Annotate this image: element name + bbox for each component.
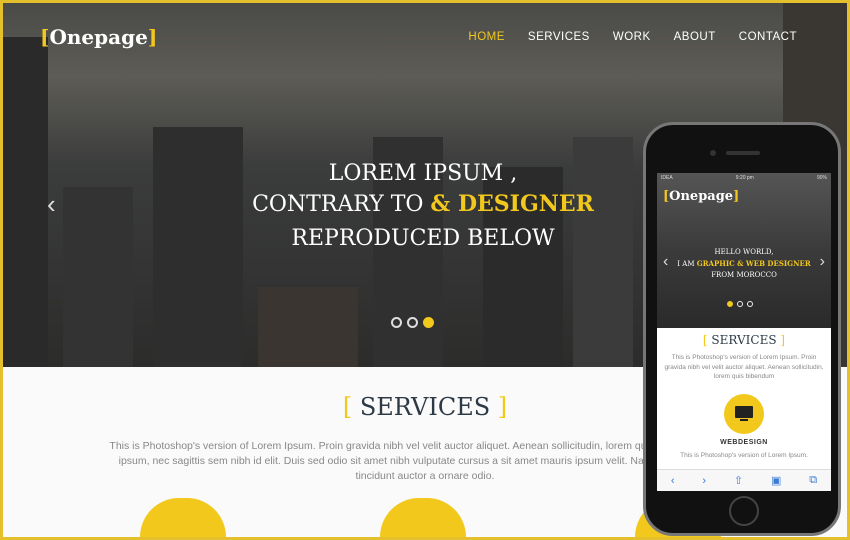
slide-dot[interactable] — [391, 317, 402, 328]
phone-hero-line-3: FROM MOROCCO — [711, 271, 777, 279]
main-nav: HOME SERVICES WORK ABOUT CONTACT — [468, 31, 797, 43]
building — [63, 187, 133, 367]
services-title: SERVICES — [359, 393, 491, 421]
phone-screen: IDEA 9:20 pm 90% [Onepage] HELLO WORLD, I … — [657, 173, 831, 491]
nav-contact[interactable]: CONTACT — [739, 31, 797, 43]
hero-highlight: & DESIGNER — [430, 191, 594, 217]
slider-dots — [391, 317, 434, 328]
speaker — [726, 151, 760, 155]
page-frame: [Onepage] HOME SERVICES WORK ABOUT CONTA… — [3, 3, 847, 537]
battery: 90% — [816, 175, 827, 181]
hero-line-3: REPRODUCED BELOW — [291, 226, 555, 251]
phone-hero: IDEA 9:20 pm 90% [Onepage] HELLO WORLD, I … — [657, 173, 831, 328]
service-name: WEBDESIGN — [720, 439, 768, 446]
hero-line-1: LOREM IPSUM , — [328, 161, 518, 186]
time: 9:20 pm — [735, 175, 754, 181]
building — [258, 287, 358, 367]
status-bar: IDEA 9:20 pm 90% — [661, 175, 827, 181]
phone-hero-text: HELLO WORLD, I AM GRAPHIC & WEB DESIGNER… — [657, 247, 831, 281]
nav-home[interactable]: HOME — [468, 31, 505, 43]
hero-line-2-prefix: CONTRARY TO — [252, 192, 424, 217]
carrier: IDEA — [661, 175, 673, 181]
camera — [710, 150, 716, 156]
phone-mockup: IDEA 9:20 pm 90% [Onepage] HELLO WORLD, I … — [643, 122, 841, 536]
service-text: This is Photoshop's version of Lorem Ips… — [680, 452, 808, 459]
slide-dot-active[interactable] — [423, 317, 434, 328]
slide-dot[interactable] — [737, 301, 743, 307]
phone-hero-line-2: I AM GRAPHIC & WEB DESIGNER — [657, 258, 831, 270]
phone-logo: [Onepage] — [663, 189, 740, 204]
phone-hero-prefix: I AM — [677, 260, 695, 268]
nav-about[interactable]: ABOUT — [674, 31, 716, 43]
chevron-left-icon[interactable]: ‹ — [663, 253, 668, 271]
logo[interactable]: [Onepage] — [40, 25, 157, 49]
chevron-right-icon[interactable]: › — [820, 253, 825, 271]
phone-services-heading: [ SERVICES ] — [702, 333, 786, 347]
phone-slider-dots — [727, 301, 753, 307]
phone-services-text: This is Photoshop's version of Lorem Ips… — [664, 354, 824, 380]
monitor-icon — [724, 394, 764, 434]
tabs-icon[interactable]: ⧉ — [809, 474, 817, 487]
phone-logo-text: Onepage — [669, 189, 734, 204]
phone-hero-highlight: GRAPHIC & WEB DESIGNER — [696, 259, 811, 268]
document-icon — [380, 498, 466, 537]
monitor-icon — [140, 498, 226, 537]
building — [3, 37, 48, 367]
slide-dot[interactable] — [747, 301, 753, 307]
forward-icon[interactable]: › — [702, 475, 706, 487]
share-icon[interactable]: ⇧ — [734, 474, 743, 487]
chevron-left-icon[interactable]: ‹ — [47, 189, 56, 220]
home-button[interactable] — [729, 496, 759, 526]
phone-services-title: SERVICES — [711, 333, 777, 347]
browser-toolbar: ‹ › ⇧ ▣ ⧉ — [657, 469, 831, 491]
logo-text: Onepage — [49, 25, 148, 49]
nav-services[interactable]: SERVICES — [528, 31, 590, 43]
nav-work[interactable]: WORK — [613, 31, 651, 43]
hero-line-2: CONTRARY TO & DESIGNER — [203, 191, 643, 217]
slide-dot-active[interactable] — [727, 301, 733, 307]
slide-dot[interactable] — [407, 317, 418, 328]
back-icon[interactable]: ‹ — [671, 475, 675, 487]
phone-hero-line-1: HELLO WORLD, — [714, 248, 774, 256]
bookmarks-icon[interactable]: ▣ — [771, 474, 781, 487]
